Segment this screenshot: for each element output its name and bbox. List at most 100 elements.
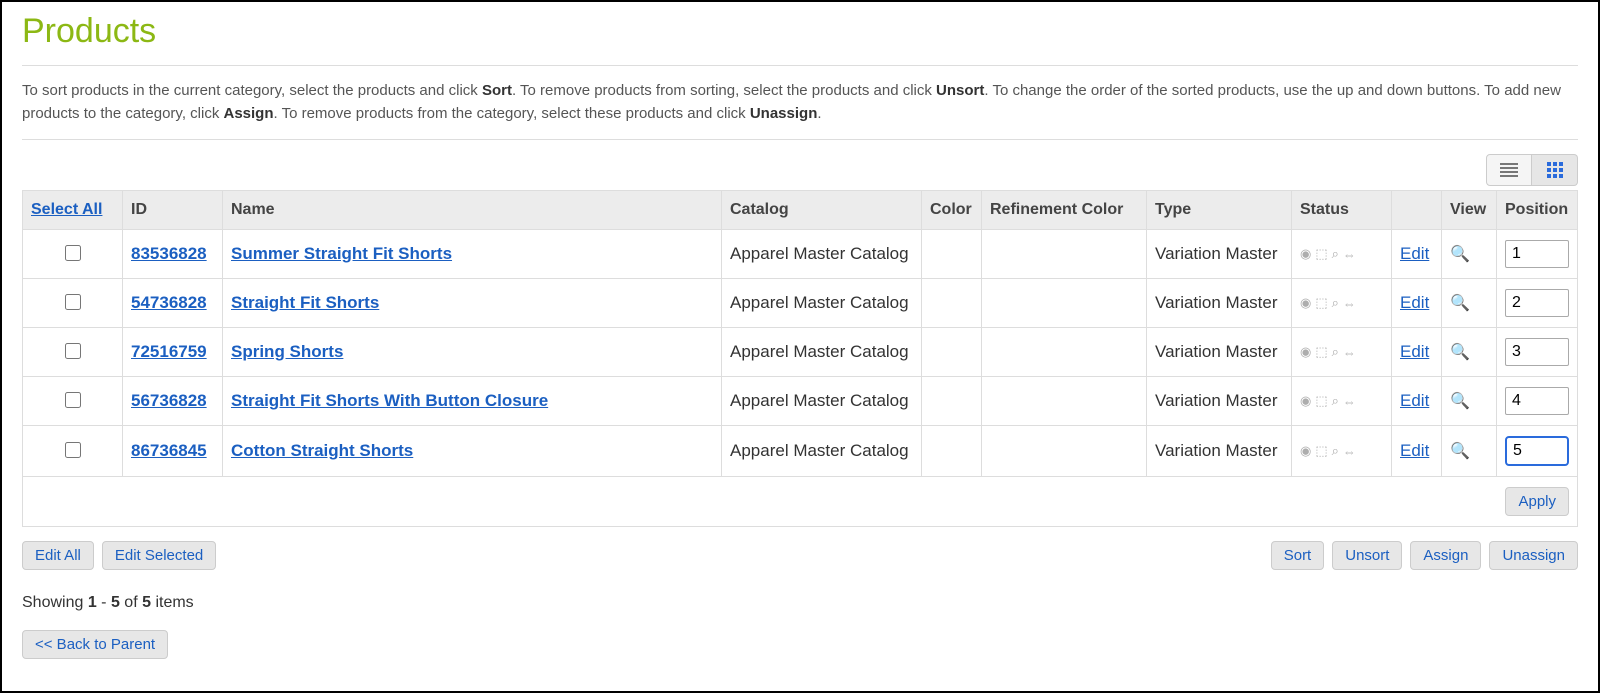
position-input[interactable] — [1505, 387, 1569, 415]
width-icon: ⇔ — [1343, 345, 1356, 360]
globe-icon: ◉ — [1300, 246, 1311, 262]
product-name-link[interactable]: Spring Shorts — [231, 342, 343, 361]
divider-mid — [22, 139, 1578, 140]
list-view-button[interactable] — [1486, 154, 1532, 186]
magnifier-icon[interactable]: 🔍 — [1450, 246, 1470, 263]
cell-color — [922, 377, 982, 426]
width-icon: ⇔ — [1343, 296, 1356, 311]
list-icon — [1500, 163, 1518, 177]
header-type: Type — [1147, 191, 1292, 230]
intro-b1: Sort — [482, 82, 512, 99]
cube-icon: ⬚ — [1315, 295, 1327, 311]
product-name-link[interactable]: Summer Straight Fit Shorts — [231, 244, 452, 263]
magnifier-icon[interactable]: 🔍 — [1450, 393, 1470, 410]
edit-link[interactable]: Edit — [1400, 441, 1429, 460]
cell-type: Variation Master — [1147, 377, 1292, 426]
table-row: 54736828 Straight Fit Shorts Apparel Mas… — [23, 279, 1578, 328]
row-checkbox[interactable] — [65, 442, 81, 458]
header-name: Name — [223, 191, 722, 230]
status-icons: ◉ ⬚ ⌕ ⇔ — [1300, 295, 1383, 311]
grid-view-button[interactable] — [1532, 154, 1578, 186]
magnifier-icon[interactable]: 🔍 — [1450, 443, 1470, 460]
header-select-all: Select All — [23, 191, 123, 230]
header-view: View — [1442, 191, 1497, 230]
product-id-link[interactable]: 86736845 — [131, 441, 207, 460]
position-input[interactable] — [1505, 338, 1569, 366]
cell-refinement-color — [982, 328, 1147, 377]
edit-link[interactable]: Edit — [1400, 342, 1429, 361]
pagination-prefix: Showing — [22, 594, 88, 611]
pagination-of: of — [120, 594, 142, 611]
sort-button[interactable]: Sort — [1271, 541, 1325, 570]
view-toggle — [22, 154, 1578, 186]
position-input[interactable] — [1505, 289, 1569, 317]
edit-link[interactable]: Edit — [1400, 391, 1429, 410]
search-icon: ⌕ — [1332, 443, 1339, 459]
row-checkbox[interactable] — [65, 392, 81, 408]
product-id-link[interactable]: 54736828 — [131, 293, 207, 312]
select-all-link[interactable]: Select All — [31, 201, 102, 218]
products-table: Select All ID Name Catalog Color Refinem… — [22, 190, 1578, 527]
width-icon: ⇔ — [1343, 394, 1356, 409]
magnifier-icon[interactable]: 🔍 — [1450, 295, 1470, 312]
cube-icon: ⬚ — [1315, 246, 1327, 262]
page-title: Products — [22, 12, 1578, 51]
intro-p1: To sort products in the current category… — [22, 82, 482, 99]
pagination-total: 5 — [142, 594, 151, 611]
header-status: Status — [1292, 191, 1392, 230]
search-icon: ⌕ — [1332, 344, 1339, 360]
header-edit — [1392, 191, 1442, 230]
product-id-link[interactable]: 56736828 — [131, 391, 207, 410]
search-icon: ⌕ — [1332, 393, 1339, 409]
cell-refinement-color — [982, 279, 1147, 328]
cell-color — [922, 230, 982, 279]
globe-icon: ◉ — [1300, 393, 1311, 409]
edit-selected-button[interactable]: Edit Selected — [102, 541, 216, 570]
product-id-link[interactable]: 72516759 — [131, 342, 207, 361]
cell-type: Variation Master — [1147, 328, 1292, 377]
edit-link[interactable]: Edit — [1400, 293, 1429, 312]
cell-color — [922, 328, 982, 377]
row-checkbox[interactable] — [65, 343, 81, 359]
intro-p5: . — [817, 105, 821, 122]
table-row: 86736845 Cotton Straight Shorts Apparel … — [23, 426, 1578, 477]
edit-all-button[interactable]: Edit All — [22, 541, 94, 570]
header-catalog: Catalog — [722, 191, 922, 230]
globe-icon: ◉ — [1300, 443, 1311, 459]
pagination-dash: - — [97, 594, 111, 611]
cell-color — [922, 426, 982, 477]
unsort-button[interactable]: Unsort — [1332, 541, 1402, 570]
product-id-link[interactable]: 83536828 — [131, 244, 207, 263]
header-id: ID — [123, 191, 223, 230]
intro-b4: Unassign — [750, 105, 818, 122]
status-icons: ◉ ⬚ ⌕ ⇔ — [1300, 344, 1383, 360]
cell-refinement-color — [982, 377, 1147, 426]
apply-button[interactable]: Apply — [1505, 487, 1569, 516]
search-icon: ⌕ — [1332, 246, 1339, 262]
divider-top — [22, 65, 1578, 66]
product-name-link[interactable]: Cotton Straight Shorts — [231, 441, 413, 460]
pagination-text: Showing 1 - 5 of 5 items — [22, 594, 1578, 612]
row-checkbox[interactable] — [65, 294, 81, 310]
width-icon: ⇔ — [1343, 247, 1356, 262]
position-input[interactable] — [1505, 240, 1569, 268]
status-icons: ◉ ⬚ ⌕ ⇔ — [1300, 393, 1383, 409]
cell-refinement-color — [982, 230, 1147, 279]
assign-button[interactable]: Assign — [1410, 541, 1481, 570]
position-input[interactable] — [1505, 436, 1569, 466]
globe-icon: ◉ — [1300, 344, 1311, 360]
grid-icon — [1547, 162, 1563, 178]
unassign-button[interactable]: Unassign — [1489, 541, 1578, 570]
product-name-link[interactable]: Straight Fit Shorts With Button Closure — [231, 391, 548, 410]
cell-catalog: Apparel Master Catalog — [722, 328, 922, 377]
cell-type: Variation Master — [1147, 279, 1292, 328]
intro-b3: Assign — [223, 105, 273, 122]
cube-icon: ⬚ — [1315, 344, 1327, 360]
back-to-parent-button[interactable]: << Back to Parent — [22, 630, 168, 659]
intro-b2: Unsort — [936, 82, 984, 99]
product-name-link[interactable]: Straight Fit Shorts — [231, 293, 379, 312]
table-row: 83536828 Summer Straight Fit Shorts Appa… — [23, 230, 1578, 279]
row-checkbox[interactable] — [65, 245, 81, 261]
magnifier-icon[interactable]: 🔍 — [1450, 344, 1470, 361]
edit-link[interactable]: Edit — [1400, 244, 1429, 263]
